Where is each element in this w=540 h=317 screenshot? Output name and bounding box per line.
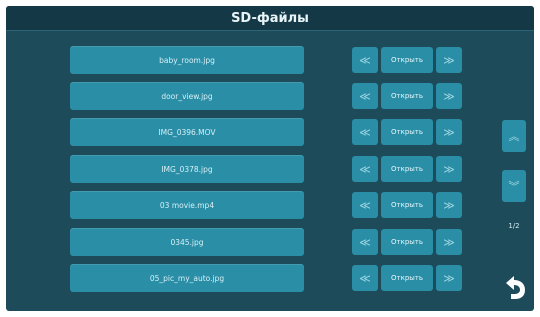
prev-icon-button[interactable]: ≪ (352, 83, 378, 109)
file-item-button[interactable]: 03 movie.mp4 (70, 191, 304, 219)
list-item: 05_pic_my_auto.jpg ≪ Открыть ≫ (70, 264, 462, 292)
next-icon-button[interactable]: ≫ (436, 192, 462, 218)
prev-icon-button[interactable]: ≪ (352, 47, 378, 73)
open-button[interactable]: Открыть (381, 192, 433, 218)
prev-icon-button[interactable]: ≪ (352, 265, 378, 291)
file-name: 05_pic_my_auto.jpg (149, 273, 225, 283)
file-item-button[interactable]: IMG_0396.MOV (70, 118, 304, 146)
open-button[interactable]: Открыть (381, 229, 433, 255)
next-icon-button[interactable]: ≫ (436, 119, 462, 145)
next-icon-button[interactable]: ≫ (436, 265, 462, 291)
list-item: 0345.jpg ≪ Открыть ≫ (70, 228, 462, 256)
double-chevron-up-icon: ︽ (508, 130, 520, 143)
file-item-button[interactable]: IMG_0378.jpg (70, 155, 304, 183)
file-item-button[interactable]: 05_pic_my_auto.jpg (70, 264, 304, 292)
list-item: IMG_0396.MOV ≪ Открыть ≫ (70, 118, 462, 146)
file-name: baby_room.jpg (159, 55, 215, 65)
list-item: 03 movie.mp4 ≪ Открыть ≫ (70, 191, 462, 219)
next-icon-button[interactable]: ≫ (436, 83, 462, 109)
file-name: IMG_0396.MOV (158, 127, 216, 137)
page-down-button[interactable]: ︾ (502, 170, 526, 202)
double-chevron-down-icon: ︾ (508, 180, 520, 193)
prev-icon-button[interactable]: ≪ (352, 156, 378, 182)
next-icon-button[interactable]: ≫ (436, 229, 462, 255)
list-item: IMG_0378.jpg ≪ Открыть ≫ (70, 155, 462, 183)
file-item-button[interactable]: baby_room.jpg (70, 46, 304, 74)
open-button[interactable]: Открыть (381, 83, 433, 109)
prev-icon-button[interactable]: ≪ (352, 229, 378, 255)
file-name: IMG_0378.jpg (161, 164, 213, 174)
open-button[interactable]: Открыть (381, 47, 433, 73)
open-button[interactable]: Открыть (381, 119, 433, 145)
next-icon-button[interactable]: ≫ (436, 47, 462, 73)
open-button[interactable]: Открыть (381, 265, 433, 291)
file-item-button[interactable]: 0345.jpg (70, 228, 304, 256)
file-name: 03 movie.mp4 (159, 200, 215, 210)
open-button[interactable]: Открыть (381, 156, 433, 182)
file-name: 0345.jpg (170, 237, 204, 247)
back-arrow-svg (506, 276, 525, 299)
file-name: door_view.jpg (161, 91, 213, 101)
prev-icon-button[interactable]: ≪ (352, 119, 378, 145)
file-item-button[interactable]: door_view.jpg (70, 82, 304, 110)
back-arrow-icon[interactable] (500, 272, 530, 302)
page-title: SD-файлы (6, 6, 534, 31)
page-title-text: SD-файлы (231, 10, 309, 26)
sd-files-screen: SD-файлы baby_room.jpg ≪ Открыть ≫ door_… (6, 6, 534, 311)
next-icon-button[interactable]: ≫ (436, 156, 462, 182)
page-up-button[interactable]: ︽ (502, 120, 526, 152)
list-item: door_view.jpg ≪ Открыть ≫ (70, 82, 462, 110)
prev-icon-button[interactable]: ≪ (352, 192, 378, 218)
page-indicator: 1/2 (508, 222, 520, 230)
list-item: baby_room.jpg ≪ Открыть ≫ (70, 46, 462, 74)
